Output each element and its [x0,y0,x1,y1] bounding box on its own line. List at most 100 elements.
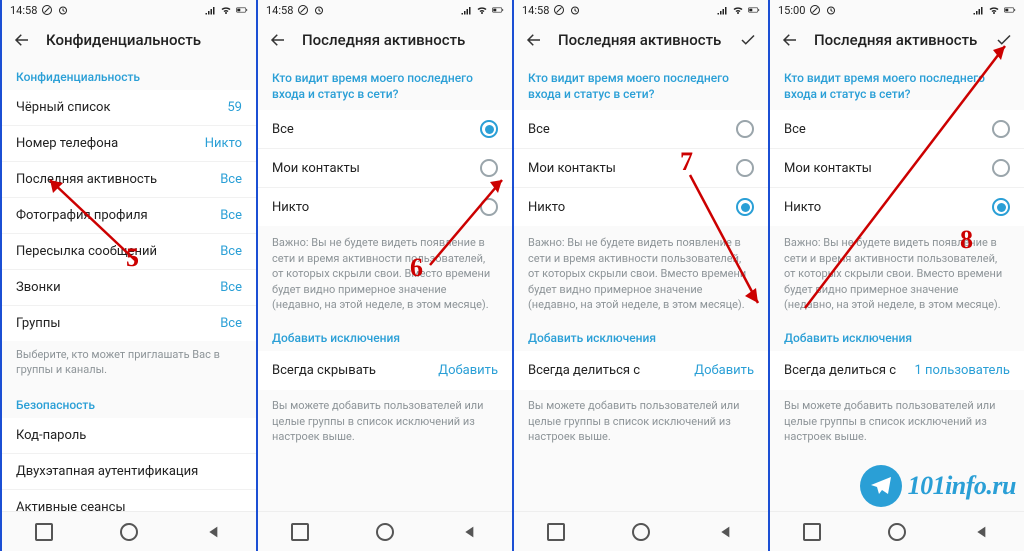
row-always-share[interactable]: Всегда делиться сДобавить [514,351,768,390]
back-button[interactable] [12,30,32,50]
back-button[interactable] [780,30,800,50]
radio-icon [736,120,754,138]
back-button[interactable] [524,30,544,50]
question: Кто видит время моего последнего входа и… [514,60,768,110]
radio-icon [736,159,754,177]
nav-home[interactable] [882,517,912,547]
status-time: 14:58 [10,4,37,17]
dnd-icon [297,4,309,16]
phone-3-activity: 14:58 Последняя активность Кто видит вре… [512,0,768,551]
statusbar: 15:00 [770,0,1024,20]
wifi-icon [732,4,744,16]
navbar [770,511,1024,551]
caveat: Важно: Вы не будете видеть появление в с… [258,226,512,321]
caveat: Важно: Вы не будете видеть появление в с… [514,226,768,321]
row-forward[interactable]: Пересылка сообщенийВсе [2,233,256,269]
battery-icon [748,4,760,16]
signal-icon [716,4,728,16]
wifi-icon [988,4,1000,16]
dnd-icon [809,4,821,16]
row-blacklist[interactable]: Чёрный список59 [2,90,256,125]
nav-recents[interactable] [797,517,827,547]
nav-back[interactable] [199,517,229,547]
status-time: 15:00 [778,4,805,17]
nav-home[interactable] [114,517,144,547]
page-title: Последняя активность [558,31,724,49]
opt-nobody[interactable]: Никто [258,187,512,226]
statusbar: 14:58 [258,0,512,20]
phone-2-activity: 14:58 Последняя активность Кто видит вре… [256,0,512,551]
alarm-icon [825,4,837,16]
question: Кто видит время моего последнего входа и… [258,60,512,110]
statusbar: 14:58 [514,0,768,20]
page-title: Последняя активность [302,31,502,49]
row-groups[interactable]: ГруппыВсе [2,305,256,341]
radio-icon [992,159,1010,177]
add-link[interactable]: Добавить [438,363,498,378]
nav-recents[interactable] [29,517,59,547]
question: Кто видит время моего последнего входа и… [770,60,1024,110]
header: Последняя активность [258,20,512,60]
navbar [514,511,768,551]
save-button[interactable] [738,30,758,50]
opt-contacts[interactable]: Мои контакты [514,148,768,187]
nav-recents[interactable] [541,517,571,547]
opt-all[interactable]: Все [258,110,512,148]
back-button[interactable] [268,30,288,50]
row-passcode[interactable]: Код-пароль [2,418,256,453]
alarm-icon [569,4,581,16]
battery-icon [492,4,504,16]
row-always-share[interactable]: Всегда делиться с1 пользователь [770,351,1024,390]
radio-icon [480,159,498,177]
alarm-icon [313,4,325,16]
header: Последняя активность [770,20,1024,60]
exceptions-header: Добавить исключения [258,321,512,351]
signal-icon [204,4,216,16]
save-button[interactable] [994,30,1014,50]
header: Конфиденциальность [2,20,256,60]
exceptions-header: Добавить исключения [770,321,1024,351]
phone-4-activity: 15:00 Последняя активность Кто видит вре… [768,0,1024,551]
status-time: 14:58 [266,4,293,17]
status-time: 14:58 [522,4,549,17]
row-phone[interactable]: Номер телефонаНикто [2,125,256,161]
row-always-hide[interactable]: Всегда скрыватьДобавить [258,351,512,390]
add-link[interactable]: Добавить [694,363,754,378]
nav-back[interactable] [455,517,485,547]
user-count[interactable]: 1 пользователь [914,363,1010,378]
row-lastseen[interactable]: Последняя активностьВсе [2,161,256,197]
row-calls[interactable]: ЗвонкиВсе [2,269,256,305]
opt-nobody[interactable]: Никто [514,187,768,226]
radio-icon [480,198,498,216]
section-privacy: Конфиденциальность [2,60,256,90]
nav-back[interactable] [967,517,997,547]
nav-home[interactable] [370,517,400,547]
signal-icon [972,4,984,16]
nav-recents[interactable] [285,517,315,547]
opt-all[interactable]: Все [514,110,768,148]
page-title: Последняя активность [814,31,980,49]
radio-icon [992,198,1010,216]
nav-back[interactable] [711,517,741,547]
exceptions-note: Вы можете добавить пользователей или цел… [258,390,512,452]
navbar [258,511,512,551]
signal-icon [460,4,472,16]
statusbar: 14:58 [2,0,256,20]
battery-icon [1004,4,1016,16]
header: Последняя активность [514,20,768,60]
opt-contacts[interactable]: Мои контакты [770,148,1024,187]
row-photo[interactable]: Фотография профиляВсе [2,197,256,233]
row-sessions[interactable]: Активные сеансы [2,489,256,511]
exceptions-note: Вы можете добавить пользователей или цел… [770,390,1024,452]
alarm-icon [57,4,69,16]
radio-icon [736,198,754,216]
page-title: Конфиденциальность [46,31,246,49]
navbar [2,511,256,551]
nav-home[interactable] [626,517,656,547]
section-security: Безопасность [2,388,256,418]
content: Конфиденциальность Чёрный список59 Номер… [2,60,256,511]
row-2fa[interactable]: Двухэтапная аутентификация [2,453,256,489]
opt-all[interactable]: Все [770,110,1024,148]
opt-contacts[interactable]: Мои контакты [258,148,512,187]
opt-nobody[interactable]: Никто [770,187,1024,226]
